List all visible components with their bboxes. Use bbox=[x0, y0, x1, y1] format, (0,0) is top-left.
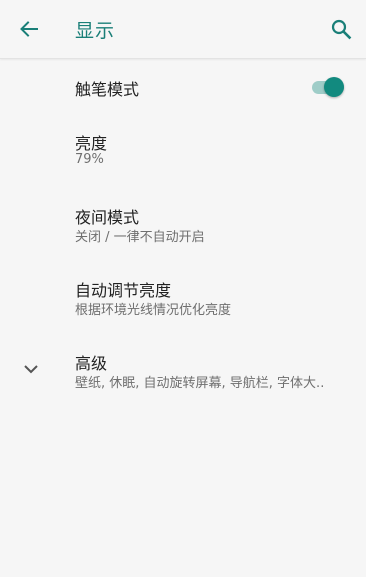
setting-night-mode[interactable]: 夜间模式 关闭 / 一律不自动开启 bbox=[0, 192, 366, 254]
page-title: 显示 bbox=[75, 20, 116, 42]
setting-label: 触笔模式 bbox=[75, 80, 140, 99]
setting-summary: 关闭 / 一律不自动开启 bbox=[75, 230, 205, 245]
setting-adaptive-brightness[interactable]: 自动调节亮度 根据环境光线情况优化亮度 bbox=[0, 265, 366, 327]
setting-touch-pen[interactable]: 触笔模式 bbox=[0, 64, 366, 108]
setting-label: 亮度 bbox=[75, 134, 108, 153]
chevron-down-icon bbox=[24, 365, 38, 374]
setting-summary: 壁纸, 休眠, 自动旋转屏幕, 导航栏, 字体大.. bbox=[75, 376, 325, 391]
toggle-thumb bbox=[324, 77, 344, 97]
app-bar: 显示 bbox=[0, 0, 366, 59]
setting-label: 高级 bbox=[75, 354, 108, 373]
setting-brightness[interactable]: 亮度 79% bbox=[0, 118, 366, 180]
setting-label: 自动调节亮度 bbox=[75, 281, 172, 300]
setting-label: 夜间模式 bbox=[75, 208, 140, 227]
setting-advanced[interactable]: 高级 壁纸, 休眠, 自动旋转屏幕, 导航栏, 字体大.. bbox=[0, 338, 366, 400]
setting-summary: 79% bbox=[75, 152, 104, 167]
search-button[interactable] bbox=[326, 14, 356, 44]
touch-pen-toggle[interactable] bbox=[312, 75, 346, 99]
arrow-left-icon bbox=[20, 21, 38, 37]
search-icon bbox=[331, 19, 352, 40]
back-button[interactable] bbox=[14, 14, 44, 44]
setting-summary: 根据环境光线情况优化亮度 bbox=[75, 303, 232, 318]
